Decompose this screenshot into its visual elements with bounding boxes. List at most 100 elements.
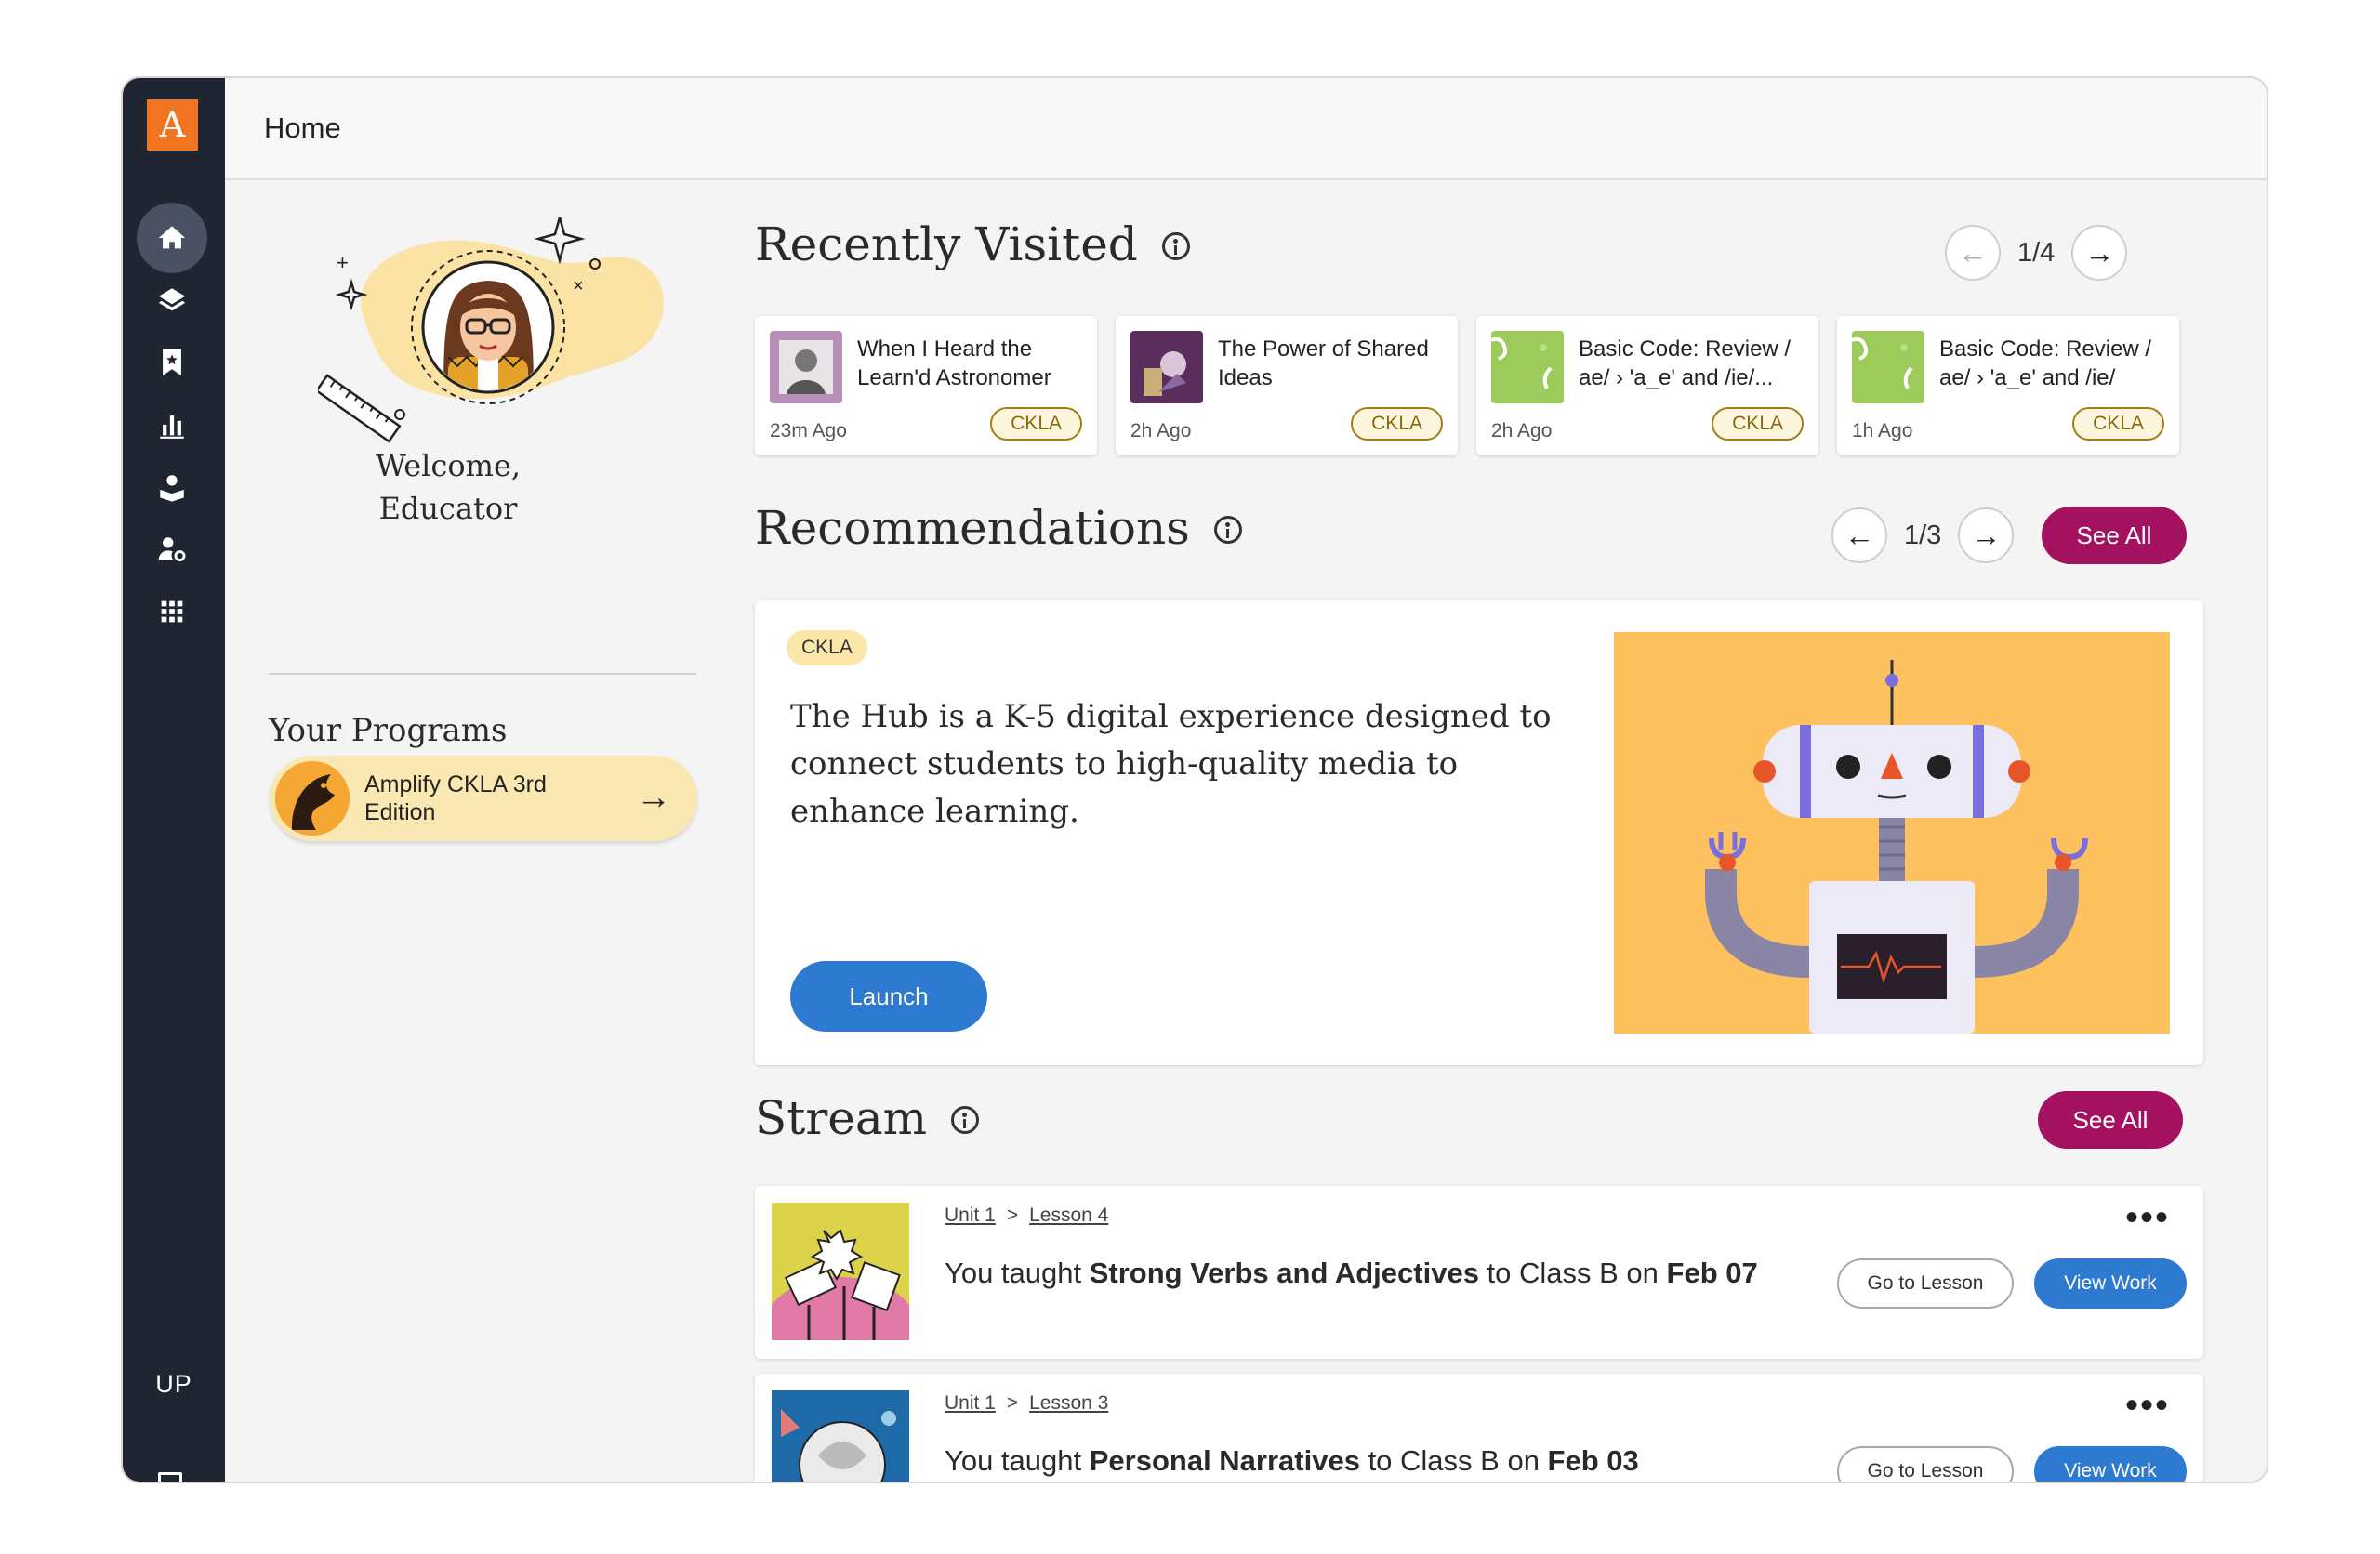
recent-card-title: The Power of Shared Ideas (1218, 336, 1429, 390)
recommendations-see-all-button[interactable]: See All (2042, 507, 2187, 564)
home-icon (158, 226, 186, 249)
bookmark-star-icon (163, 349, 181, 376)
recent-card-time: 2h Ago (1491, 420, 1553, 441)
launch-button[interactable]: Launch (790, 961, 987, 1032)
breadcrumb-separator: > (1006, 1205, 1019, 1226)
recent-card[interactable]: Basic Code: Review / ae/ › 'a_e' and /ie… (1476, 316, 1818, 455)
view-work-button[interactable]: View Work (2034, 1446, 2187, 1482)
info-icon[interactable] (951, 1106, 980, 1134)
stream-item-topic: Strong Verbs and Adjectives (1089, 1257, 1479, 1289)
ckla-badge: CKLA (1712, 407, 1804, 441)
program-card-label: Amplify CKLA 3rd Edition (364, 771, 547, 825)
recent-card-title: When I Heard the Learn'd Astronomer (857, 336, 1051, 390)
stream-title: Stream (755, 1091, 928, 1145)
sidebar-item-teacher[interactable] (137, 452, 207, 522)
recommendations-heading: Recommendations (755, 501, 1242, 555)
reader-icon (160, 475, 184, 502)
prev-page-button[interactable]: ← (1945, 225, 2001, 281)
app-window: A UP Home + × Welcome, Educator Your Pro… (121, 76, 2268, 1483)
arrow-right-icon: → (636, 778, 671, 817)
stream-item-topic: Personal Narratives (1089, 1444, 1360, 1477)
page-title: Home (264, 112, 341, 144)
ckla-badge: CKLA (787, 630, 867, 665)
layers-icon (158, 288, 186, 311)
ckla-badge: CKLA (990, 407, 1082, 441)
more-options-icon[interactable]: ••• (2125, 1387, 2170, 1424)
page-indicator: 1/4 (2017, 237, 2056, 268)
your-programs-heading: Your Programs (269, 712, 508, 749)
ckla-badge: CKLA (1351, 407, 1443, 441)
top-bar: Home (225, 78, 2267, 180)
stream-see-all-button[interactable]: See All (2038, 1091, 2183, 1149)
logout-icon[interactable] (158, 1472, 182, 1482)
recent-card[interactable]: When I Heard the Learn'd Astronomer 23m … (755, 316, 1097, 455)
next-page-button[interactable]: → (1958, 507, 2015, 563)
sidebar-item-home[interactable] (137, 203, 207, 273)
breadcrumb-unit-link[interactable]: Unit 1 (945, 1205, 996, 1227)
sidebar-item-user-settings[interactable] (137, 514, 207, 585)
recent-card-time: 23m Ago (770, 420, 847, 441)
recently-visited-pager: ← 1/4 → (1945, 225, 2128, 281)
more-options-icon[interactable]: ••• (2125, 1199, 2170, 1236)
recent-card-thumbnail (770, 331, 842, 403)
stream-item-thumbnail (772, 1203, 909, 1340)
recent-card[interactable]: The Power of Shared Ideas 2h Ago CKLA (1116, 316, 1458, 455)
info-icon[interactable] (1213, 516, 1242, 544)
left-column: + × Welcome, Educator Your Programs Ampl… (225, 182, 708, 1482)
welcome-line-1: Welcome, (375, 448, 522, 483)
recommendations-title: Recommendations (755, 501, 1190, 555)
svg-text:+: + (337, 251, 349, 274)
ckla-program-logo (275, 761, 350, 836)
breadcrumb: Unit 1 > Lesson 3 (945, 1392, 1108, 1415)
go-to-lesson-button[interactable]: Go to Lesson (1837, 1446, 2014, 1482)
recent-card-title: Basic Code: Review / ae/ › 'a_e' and /ie… (1579, 336, 1792, 390)
recommendation-card: CKLA The Hub is a K-5 digital experience… (755, 600, 2203, 1065)
breadcrumb: Unit 1 > Lesson 4 (945, 1205, 1108, 1227)
sidebar-item-library[interactable] (137, 265, 207, 336)
recent-card-time: 2h Ago (1130, 420, 1192, 441)
stream-heading: Stream (755, 1091, 980, 1145)
breadcrumb-lesson-link[interactable]: Lesson 3 (1029, 1392, 1108, 1415)
recent-card-thumbnail (1130, 331, 1203, 403)
info-icon[interactable] (1161, 232, 1190, 260)
bar-chart-icon (160, 415, 184, 439)
svg-text:×: × (573, 276, 584, 296)
user-gear-icon (158, 537, 186, 562)
stream-item-thumbnail (772, 1390, 909, 1482)
ckla-badge: CKLA (2072, 407, 2164, 441)
sidebar-item-bookmarks[interactable] (137, 327, 207, 398)
breadcrumb-lesson-link[interactable]: Lesson 4 (1029, 1205, 1108, 1227)
recent-card-thumbnail (1491, 331, 1564, 403)
stream-item-text: You taught Personal Narratives to Class … (945, 1444, 1639, 1477)
recently-visited-heading: Recently Visited (755, 217, 1190, 271)
robot-illustration (1614, 632, 2170, 1034)
stream-item-date: Feb 07 (1666, 1257, 1758, 1289)
welcome-message: Welcome, Educator (225, 444, 671, 530)
sidebar: A UP (123, 78, 225, 1482)
educator-avatar-illustration: + × (318, 217, 664, 443)
divider (269, 673, 696, 675)
recommendations-pager: ← 1/3 → (1831, 507, 2015, 563)
grid-icon (161, 600, 183, 623)
sidebar-item-apps[interactable] (137, 576, 207, 647)
stream-item-date: Feb 03 (1547, 1444, 1639, 1477)
welcome-line-2: Educator (378, 491, 518, 526)
stream-item: Unit 1 > Lesson 3 You taught Personal Na… (755, 1374, 2203, 1482)
recent-card[interactable]: Basic Code: Review / ae/ › 'a_e' and /ie… (1837, 316, 2179, 455)
recent-card-title: Basic Code: Review / ae/ › 'a_e' and /ie… (1939, 336, 2152, 390)
breadcrumb-separator: > (1006, 1392, 1019, 1414)
program-card-ckla[interactable]: Amplify CKLA 3rd Edition → (270, 756, 697, 841)
recommendation-description: The Hub is a K-5 digital experience desi… (790, 698, 1552, 830)
amplify-logo[interactable]: A (147, 99, 198, 151)
sidebar-item-reports[interactable] (137, 389, 207, 460)
prev-page-button[interactable]: ← (1831, 507, 1887, 563)
go-to-lesson-button[interactable]: Go to Lesson (1837, 1258, 2014, 1309)
view-work-button[interactable]: View Work (2034, 1258, 2187, 1309)
recent-card-thumbnail (1852, 331, 1924, 403)
user-initials-button[interactable]: UP (123, 1370, 225, 1399)
stream-item: Unit 1 > Lesson 4 You taught Strong Verb… (755, 1186, 2203, 1359)
stream-item-text: You taught Strong Verbs and Adjectives t… (945, 1257, 1758, 1289)
next-page-button[interactable]: → (2071, 225, 2128, 281)
page-indicator: 1/3 (1904, 520, 1942, 550)
breadcrumb-unit-link[interactable]: Unit 1 (945, 1392, 996, 1415)
